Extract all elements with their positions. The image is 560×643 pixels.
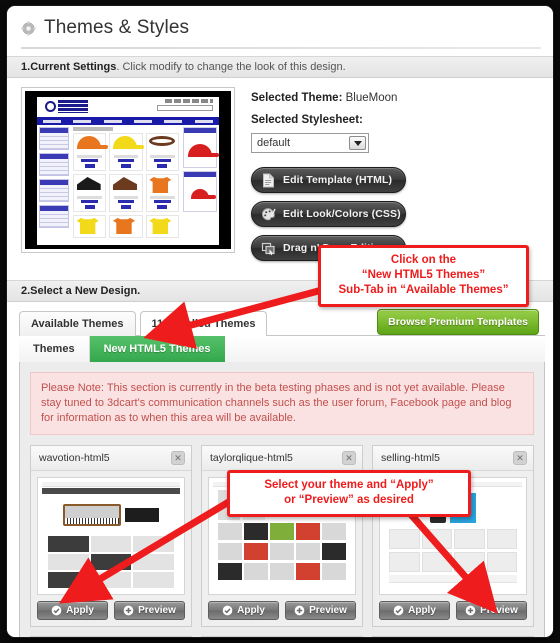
current-theme-preview [21, 87, 235, 253]
plus-circle-icon [123, 605, 134, 616]
close-icon[interactable]: ✕ [171, 451, 185, 465]
header-divider [21, 47, 541, 49]
palette-icon [261, 207, 276, 222]
selected-theme-row: Selected Theme: BlueMoon [251, 92, 406, 104]
callout-1-line-3: Sub-Tab in “Available Themes” [338, 284, 509, 296]
check-circle-icon [51, 605, 62, 616]
check-circle-icon [393, 605, 404, 616]
edit-template-button[interactable]: Edit Template (HTML) [251, 167, 406, 193]
callout-1-line-2: “New HTML5 Themes” [361, 269, 486, 281]
apply-button[interactable]: Apply [208, 601, 279, 620]
beta-notice: Please Note: This section is currently i… [30, 372, 534, 435]
section-1-number: 1. [21, 61, 31, 73]
tab-available-themes-label: Available Themes [31, 318, 124, 330]
plus-circle-icon [294, 605, 305, 616]
browse-premium-templates-button[interactable]: Browse Premium Templates [377, 309, 539, 335]
theme-card [372, 636, 534, 637]
close-icon[interactable]: ✕ [513, 451, 527, 465]
theme-card-thumbnail[interactable] [37, 477, 185, 595]
tab-available-themes[interactable]: Available Themes [19, 311, 136, 336]
layers-icon [261, 241, 276, 256]
apply-label: Apply [408, 605, 436, 616]
stylesheet-select-value: default [257, 137, 291, 149]
app-window: Themes & Styles 1.Current Settings. Clic… [6, 5, 554, 638]
apply-button[interactable]: Apply [379, 601, 450, 620]
section-1-bar: 1.Current Settings. Click modify to chan… [7, 56, 553, 78]
document-icon [261, 173, 276, 188]
storefront-thumbnail [37, 97, 219, 245]
plus-circle-icon [465, 605, 476, 616]
subtab-themes[interactable]: Themes [19, 336, 90, 362]
theme-card-actions: Apply Preview [202, 601, 362, 626]
chevron-down-icon[interactable] [349, 136, 366, 150]
callout-apply-instruction: Select your theme and “Apply” or “Previe… [227, 470, 471, 517]
screenshot-root: Themes & Styles 1.Current Settings. Clic… [0, 0, 560, 643]
subtab-new-html5-themes[interactable]: New HTML5 Themes [89, 336, 225, 362]
callout-subtab-instruction: Click on the “New HTML5 Themes” Sub-Tab … [318, 245, 529, 307]
apply-label: Apply [66, 605, 94, 616]
page-header: Themes & Styles [7, 6, 553, 46]
subtab-themes-label: Themes [33, 343, 75, 355]
preview-button[interactable]: Preview [114, 601, 185, 620]
theme-card [30, 636, 192, 637]
browse-premium-templates-label: Browse Premium Templates [388, 316, 528, 328]
apply-button[interactable]: Apply [37, 601, 108, 620]
theme-card-header: selling-html5 ✕ [373, 446, 533, 471]
edit-css-button[interactable]: Edit Look/Colors (CSS) [251, 201, 406, 227]
theme-card [201, 636, 363, 637]
section-2-heading: 2.Select a New Design. [21, 285, 141, 297]
theme-card-title: wavotion-html5 [39, 452, 110, 464]
theme-subtabs: Themes New HTML5 Themes [19, 335, 545, 362]
preview-button[interactable]: Preview [285, 601, 356, 620]
theme-card-header: taylorqlique-html5 ✕ [202, 446, 362, 471]
tab-installed-themes-label: 11 Installed Themes [151, 318, 256, 330]
tab-installed-themes[interactable]: 11 Installed Themes [139, 311, 268, 336]
theme-tabs: Available Themes 11 Installed Themes Bro… [19, 309, 545, 336]
preview-label: Preview [480, 605, 518, 616]
callout-2-line-2: or “Preview” as desired [284, 494, 414, 506]
current-settings-body: Selected Theme: BlueMoon Selected Styles… [7, 78, 553, 273]
theme-card-actions: Apply Preview [31, 601, 191, 626]
preview-button[interactable]: Preview [456, 601, 527, 620]
theme-card-actions: Apply Preview [373, 601, 533, 626]
preview-label: Preview [138, 605, 176, 616]
close-icon[interactable]: ✕ [342, 451, 356, 465]
callout-1-line-1: Click on the [390, 254, 457, 266]
selected-theme-value: BlueMoon [345, 92, 398, 104]
callout-2-line-1: Select your theme and “Apply” [264, 479, 434, 491]
stylesheet-select[interactable]: default [251, 133, 369, 153]
check-circle-icon [222, 605, 233, 616]
selected-stylesheet-label: Selected Stylesheet: [251, 114, 363, 126]
page-title: Themes & Styles [44, 17, 190, 38]
app-window-content: Themes & Styles 1.Current Settings. Clic… [7, 6, 553, 637]
edit-template-label: Edit Template (HTML) [283, 174, 393, 186]
preview-label: Preview [309, 605, 347, 616]
theme-card-title: taylorqlique-html5 [210, 452, 293, 464]
selected-theme-label: Selected Theme: [251, 92, 343, 104]
edit-css-label: Edit Look/Colors (CSS) [283, 208, 401, 220]
theme-card-list-row-2 [30, 636, 534, 637]
section-1-description: . Click modify to change the look of thi… [116, 61, 346, 73]
gear-icon [21, 20, 36, 36]
current-settings-details: Selected Theme: BlueMoon Selected Styles… [235, 87, 406, 269]
apply-label: Apply [237, 605, 265, 616]
theme-card-header: wavotion-html5 ✕ [31, 446, 191, 471]
subtab-new-html5-themes-label: New HTML5 Themes [103, 343, 211, 355]
theme-card: wavotion-html5 ✕ Apply Preview [30, 445, 192, 627]
section-1-label: Current Settings [30, 61, 117, 73]
theme-card-title: selling-html5 [381, 452, 440, 464]
